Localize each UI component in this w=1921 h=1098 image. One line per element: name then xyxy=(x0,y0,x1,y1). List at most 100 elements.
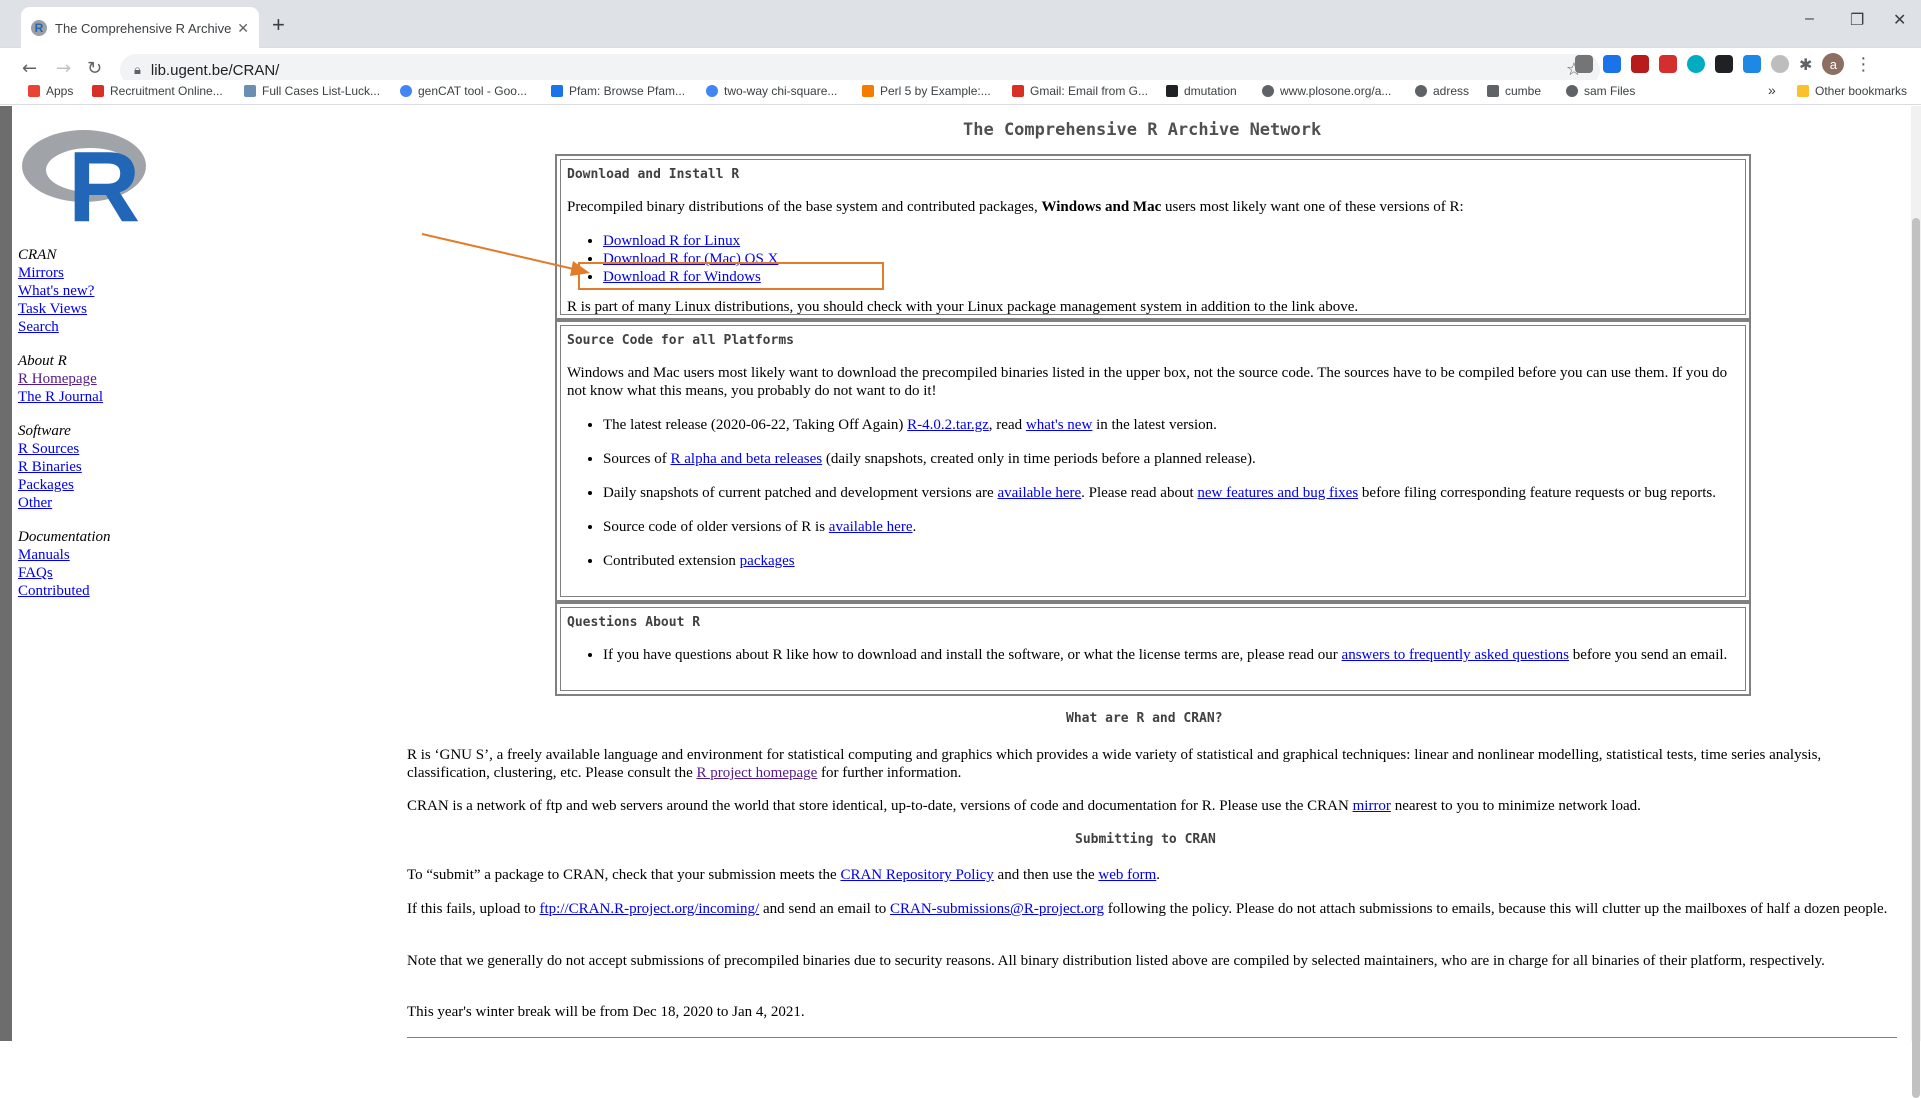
sidebar-heading: Documentation xyxy=(18,529,111,545)
pfam-icon xyxy=(551,85,563,97)
list-item: Sources of R alpha and beta releases (da… xyxy=(603,450,1739,468)
r-logo: R xyxy=(22,130,146,222)
bookmark-item[interactable]: www.plosone.org/a... xyxy=(1262,84,1391,98)
sidebar-link-whats-new[interactable]: What's new? xyxy=(18,282,110,300)
sidebar-heading: CRAN xyxy=(18,247,57,263)
ftp-incoming-link[interactable]: ftp://CRAN.R-project.org/incoming/ xyxy=(539,901,759,917)
bookmark-item[interactable]: cumbe xyxy=(1487,84,1541,98)
bookmark-item[interactable]: sam Files xyxy=(1566,84,1635,98)
submit-paragraph-1: To “submit” a package to CRAN, check tha… xyxy=(407,867,1161,883)
extensions-puzzle-icon[interactable]: ✱ xyxy=(1799,55,1812,74)
questions-box-heading: Questions About R xyxy=(567,615,701,630)
extension-calendar-icon[interactable] xyxy=(1743,55,1761,73)
list-item: Source code of older versions of R is av… xyxy=(603,518,1739,536)
submit-paragraph-3: Note that we generally do not accept sub… xyxy=(407,953,1825,969)
daily-snapshots-link[interactable]: available here xyxy=(997,485,1081,501)
mirror-link[interactable]: mirror xyxy=(1353,798,1391,814)
globe-icon xyxy=(1566,85,1578,97)
scroll-thumb[interactable] xyxy=(1912,218,1920,1098)
bookmark-label: Perl 5 by Example:... xyxy=(880,84,991,98)
bookmark-item[interactable]: Apps xyxy=(28,84,73,98)
bookmark-label: Full Cases List-Luck... xyxy=(262,84,381,98)
sidebar-link-r-binaries[interactable]: R Binaries xyxy=(18,458,110,476)
what-heading: What are R and CRAN? xyxy=(1066,711,1223,726)
bookmark-item[interactable]: two-way chi-square... xyxy=(706,84,837,98)
faq-link[interactable]: answers to frequently asked questions xyxy=(1342,647,1569,663)
extension-grammarly-icon[interactable] xyxy=(1687,55,1705,73)
list-item: Daily snapshots of current patched and d… xyxy=(603,484,1739,502)
new-tab-button[interactable]: + xyxy=(272,12,285,38)
web-form-link[interactable]: web form xyxy=(1098,867,1156,883)
reload-icon[interactable]: ↻ xyxy=(87,58,102,79)
forward-arrow-icon[interactable]: → xyxy=(56,58,71,79)
download-linux-link[interactable]: Download R for Linux xyxy=(603,233,740,249)
sidebar-heading: About R xyxy=(18,353,67,369)
submissions-email-link[interactable]: CRAN-submissions@R-project.org xyxy=(890,901,1104,917)
sidebar-link-contributed[interactable]: Contributed xyxy=(18,582,110,600)
new-features-link[interactable]: new features and bug fixes xyxy=(1197,485,1358,501)
bookmark-item[interactable]: Pfam: Browse Pfam... xyxy=(551,84,685,98)
whats-new-link[interactable]: what's new xyxy=(1026,417,1092,433)
extension-red-icon[interactable] xyxy=(1659,55,1677,73)
extension-c-icon[interactable] xyxy=(1715,55,1733,73)
bookmark-item[interactable]: dmutation xyxy=(1166,84,1237,98)
bookmark-label: sam Files xyxy=(1584,84,1636,98)
packages-link[interactable]: packages xyxy=(740,553,795,569)
bookmark-item[interactable]: Full Cases List-Luck... xyxy=(244,84,380,98)
other-bookmarks[interactable]: Other bookmarks xyxy=(1797,84,1907,98)
scrollbar[interactable] xyxy=(1911,106,1921,1098)
browser-tab[interactable]: R The Comprehensive R Archive Ne ✕ xyxy=(21,7,259,49)
sidebar-link-r-homepage[interactable]: R Homepage xyxy=(18,370,110,388)
source-box-heading: Source Code for all Platforms xyxy=(567,333,794,348)
alpha-beta-link[interactable]: R alpha and beta releases xyxy=(671,451,823,467)
bookmark-item[interactable]: Perl 5 by Example:... xyxy=(862,84,991,98)
bookmark-item[interactable]: adress xyxy=(1415,84,1469,98)
sidebar-link-other[interactable]: Other xyxy=(18,494,110,512)
sidebar-link-task-views[interactable]: Task Views xyxy=(18,300,110,318)
sidebar-link-faqs[interactable]: FAQs xyxy=(18,564,110,582)
sidebar-heading: Software xyxy=(18,423,71,439)
bookmark-label: genCAT tool - Goo... xyxy=(418,84,527,98)
close-window-button[interactable]: ✕ xyxy=(1893,10,1906,30)
back-arrow-icon[interactable]: ← xyxy=(22,58,37,79)
sidebar-link-manuals[interactable]: Manuals xyxy=(18,546,110,564)
bookmarks-overflow-icon[interactable]: » xyxy=(1768,82,1776,98)
r-project-homepage-link[interactable]: R project homepage xyxy=(697,765,818,781)
restore-button[interactable]: ❐ xyxy=(1850,10,1864,30)
profile-avatar[interactable]: a xyxy=(1822,53,1845,75)
sidebar-link-r-sources[interactable]: R Sources xyxy=(18,440,110,458)
questions-list: If you have questions about R like how t… xyxy=(567,646,1739,664)
repository-policy-link[interactable]: CRAN Repository Policy xyxy=(840,867,993,883)
sidebar-link-search[interactable]: Search xyxy=(18,318,110,336)
bookmark-item[interactable]: Gmail: Email from G... xyxy=(1012,84,1148,98)
bookmark-label: Apps xyxy=(46,84,74,98)
sidebar-section-software: Software R Sources R Binaries Packages O… xyxy=(18,422,110,512)
sidebar-link-mirrors[interactable]: Mirrors xyxy=(18,264,110,282)
list-item: If you have questions about R like how t… xyxy=(603,646,1739,664)
globe-icon xyxy=(1262,85,1274,97)
what-paragraph-1: R is ‘GNU S’, a freely available languag… xyxy=(407,747,1822,781)
chrome-menu-icon[interactable]: ⋮ xyxy=(1854,54,1872,75)
bookmark-item[interactable]: genCAT tool - Goo... xyxy=(400,84,527,98)
extension-pdf-icon[interactable] xyxy=(1631,55,1649,73)
sidebar-section-about: About R R Homepage The R Journal xyxy=(18,352,110,406)
bookmark-item[interactable]: Recruitment Online... xyxy=(92,84,223,98)
sidebar-section-documentation: Documentation Manuals FAQs Contributed xyxy=(18,528,110,600)
older-versions-link[interactable]: available here xyxy=(829,519,913,535)
dmutation-icon xyxy=(1166,85,1178,97)
bookmark-label: Gmail: Email from G... xyxy=(1030,84,1149,98)
extension-circle-icon[interactable] xyxy=(1771,55,1789,73)
download-box-heading: Download and Install R xyxy=(567,167,740,182)
tab-strip: R The Comprehensive R Archive Ne ✕ + – ❐… xyxy=(0,0,1921,49)
minimize-button[interactable]: – xyxy=(1805,10,1814,28)
sidebar-link-packages[interactable]: Packages xyxy=(18,476,110,494)
tab-title: The Comprehensive R Archive Ne xyxy=(55,20,232,36)
tab-close-icon[interactable]: ✕ xyxy=(237,20,249,37)
extension-cap-icon[interactable] xyxy=(1603,55,1621,73)
r-tarball-link[interactable]: R-4.0.2.tar.gz xyxy=(907,417,989,433)
sidebar-link-r-journal[interactable]: The R Journal xyxy=(18,388,110,406)
extension-g-icon[interactable] xyxy=(1575,55,1593,73)
google-icon xyxy=(706,85,718,97)
bookmark-label: Recruitment Online... xyxy=(110,84,223,98)
list-item: Contributed extension packages xyxy=(603,552,1739,570)
